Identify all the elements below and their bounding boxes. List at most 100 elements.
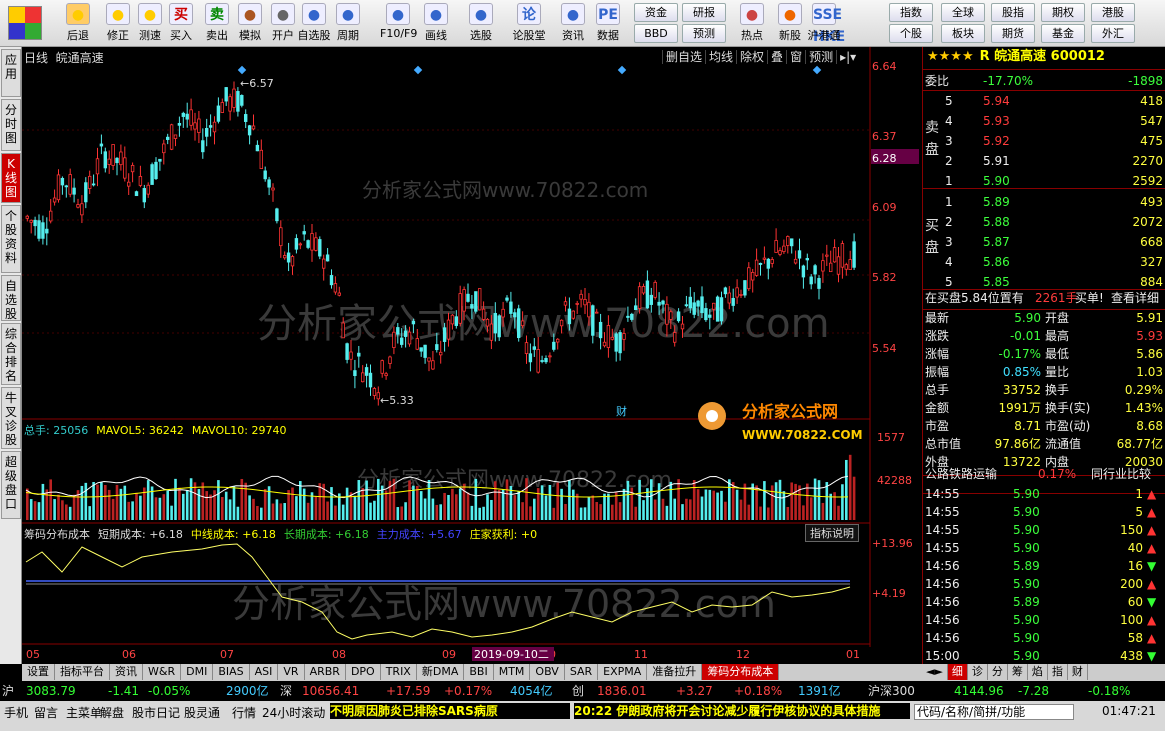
forum-button[interactable]: 论论股堂 [511, 2, 547, 45]
volume-bar [201, 482, 205, 520]
kline-chart-area[interactable]: 6.64 6.37 6.28 6.09 5.82 5.54 1577 42288 +13.96 +… [22, 47, 922, 664]
volume-bar [361, 488, 364, 520]
sun-button[interactable]: ● 修正 [100, 2, 136, 45]
indicator-tab[interactable]: VR [278, 664, 305, 680]
panel-tab[interactable]: 财 [1068, 664, 1088, 680]
ipo-button[interactable]: ● 新股 [772, 2, 808, 45]
quick-button[interactable]: 外汇 [1091, 24, 1135, 43]
status-item[interactable]: 手机 [4, 704, 28, 721]
status-item[interactable]: 股市日记 [132, 704, 180, 721]
indicator-tab[interactable]: DPO [346, 664, 381, 680]
news-button[interactable]: ● 资讯 [555, 2, 591, 45]
indicator-tab[interactable]: SAR [565, 664, 599, 680]
status-item[interactable]: 解盘 [100, 704, 124, 721]
indicator-tab[interactable]: EXPMA [598, 664, 648, 680]
indicator-tab[interactable]: 筹码分布成本 [702, 664, 780, 680]
indicator-tab[interactable]: ARBR [305, 664, 346, 680]
indicator-tab[interactable]: 设置 [22, 664, 55, 680]
news-ticker[interactable]: 20:22 伊朗政府将开会讨论减少履行伊核协议的具体措施 [574, 703, 910, 719]
quick-button[interactable]: 预测 [682, 24, 726, 43]
dropdown-arrow-icon[interactable]: ▸|▾ [836, 50, 860, 64]
indicator-tab[interactable]: OBV [530, 664, 565, 680]
chart-button[interactable]: 预测 [805, 50, 837, 64]
quick-button[interactable]: 港股 [1091, 3, 1135, 22]
quick-button[interactable]: 资金 [634, 3, 678, 22]
hammer-button[interactable]: ● 模拟 [232, 2, 268, 45]
status-item[interactable]: 行情 [232, 704, 256, 721]
chart-button[interactable]: 删自选 [662, 50, 706, 64]
quick-button[interactable]: 期货 [991, 24, 1035, 43]
indicator-tab[interactable]: 新DMA [417, 664, 465, 680]
chart-button[interactable]: 均线 [705, 50, 737, 64]
candle-body [485, 318, 490, 327]
tick-price: 5.90 [1013, 487, 1040, 501]
quick-button[interactable]: 板块 [941, 24, 985, 43]
side-tab[interactable]: 应用 [1, 49, 21, 97]
side-tab[interactable]: 个股资料 [1, 205, 21, 273]
indicator-tab[interactable]: 指标平台 [55, 664, 110, 680]
panel-tab[interactable]: 细 [947, 664, 968, 680]
indicator-tab[interactable]: 准备拉升 [647, 664, 703, 680]
period-label[interactable]: 日线 [24, 51, 48, 65]
status-item[interactable]: 主菜单 [66, 704, 102, 721]
panel-tab[interactable]: 诊 [968, 664, 988, 680]
news-ticker[interactable]: 不明原因肺炎已排除SARS病原 [330, 703, 570, 719]
star-button[interactable]: ● 自选股 [296, 2, 332, 45]
panel-tab[interactable]: 指 [1048, 664, 1068, 680]
chart-button[interactable]: 窗 [786, 50, 806, 64]
quick-button[interactable]: 基金 [1041, 24, 1085, 43]
fire-button[interactable]: ● 热点 [734, 2, 770, 45]
quick-button[interactable]: BBD [634, 24, 678, 43]
indicator-tab[interactable]: DMI [181, 664, 214, 680]
quick-button[interactable]: 研报 [682, 3, 726, 22]
stat-label: 金额 [925, 401, 950, 415]
panel-tab[interactable]: 焰 [1028, 664, 1048, 680]
indicator-tab[interactable]: BBI [464, 664, 494, 680]
ask-price: 5.94 [983, 94, 1010, 108]
indicator-tab[interactable]: 资讯 [110, 664, 143, 680]
volume-bar [100, 482, 103, 520]
volume-bar [295, 496, 298, 520]
tick-price: 5.90 [1013, 613, 1040, 627]
back-arrow-button[interactable]: ● 后退 [60, 2, 96, 45]
chart-button[interactable]: 除权 [736, 50, 768, 64]
indicator-tab[interactable]: BIAS [213, 664, 250, 680]
side-tab[interactable]: 分时图 [1, 99, 21, 151]
quick-button[interactable]: 指数 [889, 3, 933, 22]
side-tab[interactable]: 综合排名 [1, 323, 21, 385]
pe-button[interactable]: PE 数据 [590, 2, 626, 45]
indicator-tab[interactable]: MTM [494, 664, 531, 680]
status-item[interactable]: 股灵通 [184, 704, 220, 721]
indicator-tab[interactable]: W&R [143, 664, 182, 680]
quick-button[interactable]: 期权 [1041, 3, 1085, 22]
cycle-button[interactable]: ● 周期 [330, 2, 366, 45]
panel-tab[interactable]: 筹 [1008, 664, 1028, 680]
side-tab[interactable]: K线图 [1, 153, 21, 203]
sell-button[interactable]: 卖卖出 [199, 2, 235, 45]
volume-bar [345, 487, 349, 520]
chart-button[interactable]: 叠 [767, 50, 787, 64]
f10-button[interactable]: ● F10/F9 [380, 2, 417, 45]
side-tab[interactable]: 自选股 [1, 275, 21, 321]
screen-button[interactable]: ● 选股 [463, 2, 499, 45]
quick-button[interactable]: 个股 [889, 24, 933, 43]
quick-button[interactable]: 股指 [991, 3, 1035, 22]
pencil-button[interactable]: ● 画线 [418, 2, 454, 45]
indicator-tab[interactable]: TRIX [381, 664, 417, 680]
side-tab[interactable]: 超级盘口 [1, 451, 21, 519]
chart-canvas[interactable]: 6.64 6.37 6.28 6.09 5.82 5.54 1577 42288 +13.96 +… [22, 47, 922, 664]
side-tab[interactable]: 牛叉诊股 [1, 387, 21, 449]
status-item[interactable]: 留言 [34, 704, 58, 721]
volume-bar [380, 485, 384, 520]
panel-tab[interactable]: 分 [988, 664, 1008, 680]
candle-body [392, 331, 396, 348]
indicator-tab[interactable]: ASI [250, 664, 279, 680]
quick-button[interactable]: 全球 [941, 3, 985, 22]
scroll-left-icon[interactable]: ◄► [922, 664, 948, 680]
buy-button[interactable]: 买买入 [163, 2, 199, 45]
sse-hkex-button[interactable]: SSE HKE 沪港通 [806, 2, 845, 45]
candle-body [372, 388, 377, 396]
status-item[interactable]: 24小时滚动 [262, 704, 325, 721]
indicator-help-button[interactable]: 指标说明 [805, 524, 859, 542]
search-input[interactable]: 代码/名称/简拼/功能 [914, 704, 1074, 720]
